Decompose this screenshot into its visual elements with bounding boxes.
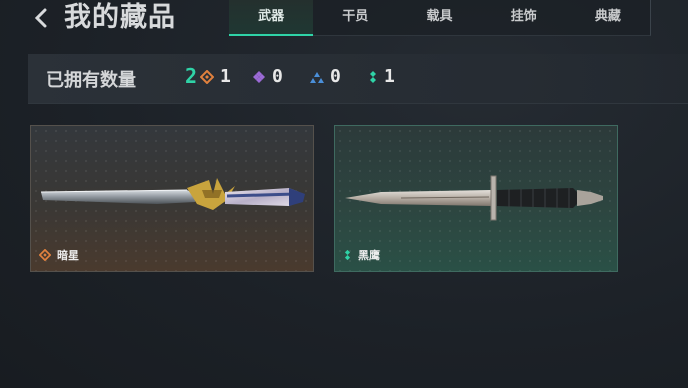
knife-image <box>40 178 305 210</box>
rarity-green-count: 1 <box>384 66 395 87</box>
top-bar: 我的藏品 武器 干员 载具 挂饰 典藏 <box>0 0 688 44</box>
owned-summary-bar: 已拥有数量 2 1 0 0 1 <box>28 54 688 104</box>
tab-charms[interactable]: 挂饰 <box>482 0 566 36</box>
item-name: 暗星 <box>57 249 79 262</box>
rarity-purple-count: 0 <box>272 66 283 87</box>
weapon-card-dark-star[interactable]: 暗星 <box>30 125 314 272</box>
owned-total-count: 2 <box>185 64 198 88</box>
rarity-purple: 0 <box>252 66 283 87</box>
rarity-orange: 1 <box>200 66 231 87</box>
rarity-orange-count: 1 <box>220 66 231 87</box>
blue-triangle-icon <box>310 71 324 83</box>
item-name-row: 黑鹰 <box>343 247 380 263</box>
item-name: 黑鹰 <box>358 249 380 262</box>
chevron-left-icon <box>34 8 47 28</box>
rarity-green: 1 <box>368 66 395 87</box>
tab-weapons[interactable]: 武器 <box>229 0 314 36</box>
rarity-blue: 0 <box>310 66 341 87</box>
purple-diamond-icon <box>253 70 265 83</box>
green-dots-icon <box>344 249 351 261</box>
tab-collection[interactable]: 典藏 <box>566 0 650 36</box>
category-tabs: 武器 干员 载具 挂饰 典藏 <box>229 0 651 36</box>
knife-image <box>345 175 603 221</box>
orange-diamond-icon <box>200 69 214 84</box>
back-button[interactable] <box>30 6 52 30</box>
rarity-blue-count: 0 <box>330 66 341 87</box>
orange-diamond-icon <box>39 249 51 261</box>
weapon-card-black-hawk[interactable]: 黑鹰 <box>334 125 618 272</box>
item-name-row: 暗星 <box>39 247 79 263</box>
green-dots-icon <box>370 70 376 83</box>
page-title: 我的藏品 <box>64 2 176 33</box>
tab-vehicles[interactable]: 载具 <box>397 0 481 36</box>
tab-operators[interactable]: 干员 <box>313 0 397 36</box>
owned-count-label: 已拥有数量 <box>46 70 136 91</box>
